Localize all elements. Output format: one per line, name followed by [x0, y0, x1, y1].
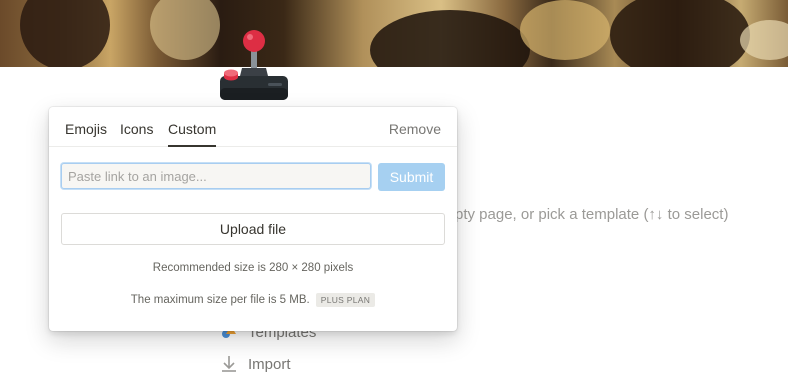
tab-custom[interactable]: Custom: [168, 121, 216, 137]
joystick-icon[interactable]: [218, 28, 290, 104]
empty-page-hint: pty page, or pick a template (↑↓ to sele…: [455, 206, 729, 223]
icon-picker-tabs: Emojis Icons Custom Remove: [49, 107, 457, 147]
cover-image[interactable]: [0, 0, 788, 67]
submit-button[interactable]: Submit: [378, 163, 445, 191]
cover-detail: [370, 10, 530, 67]
tab-icons[interactable]: Icons: [120, 121, 153, 137]
cover-detail: [150, 0, 220, 60]
page-root: pty page, or pick a template (↑↓ to sele…: [0, 0, 788, 389]
max-size-text: The maximum size per file is 5 MB.: [130, 294, 310, 306]
tab-emojis[interactable]: Emojis: [65, 121, 107, 137]
icon-picker-popover: Emojis Icons Custom Remove Submit Upload…: [49, 107, 457, 331]
cover-detail: [20, 0, 110, 67]
plan-badge[interactable]: PLUS PLAN: [315, 293, 376, 307]
max-size-row: The maximum size per file is 5 MB. PLUS …: [49, 293, 457, 307]
upload-file-button[interactable]: Upload file: [61, 213, 445, 245]
import-label: Import: [248, 355, 291, 373]
cover-detail: [610, 0, 750, 67]
cover-detail: [520, 0, 610, 60]
import-icon: [220, 355, 238, 373]
import-link[interactable]: Import: [220, 355, 291, 373]
recommended-size-text: Recommended size is 280 × 280 pixels: [152, 262, 354, 274]
active-tab-indicator: [168, 145, 216, 147]
remove-button[interactable]: Remove: [389, 121, 441, 137]
image-link-input[interactable]: [61, 163, 371, 189]
cover-detail: [740, 20, 788, 60]
